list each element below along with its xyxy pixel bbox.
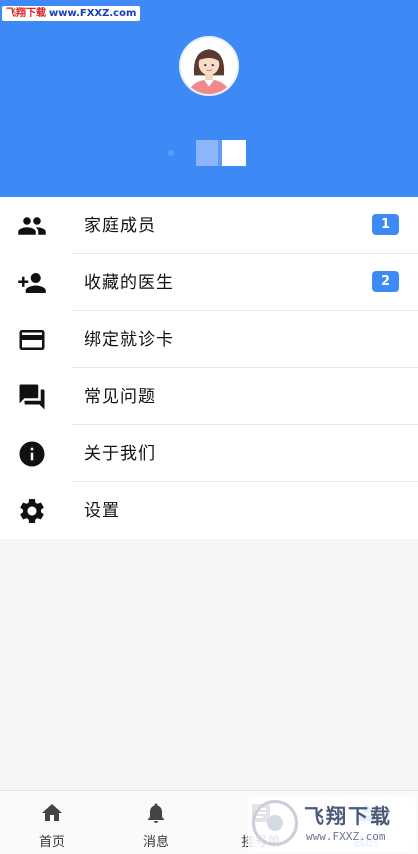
person-add-icon bbox=[17, 268, 47, 298]
menu-item-label: 收藏的医生 bbox=[84, 273, 174, 293]
tab-label: 消息 bbox=[142, 835, 169, 850]
menu-item-faq[interactable]: 常见问题 bbox=[0, 368, 418, 425]
watermark-url: www.FXXZ.com bbox=[306, 830, 386, 843]
info-icon bbox=[17, 439, 47, 469]
menu-item-label: 家庭成员 bbox=[84, 216, 156, 236]
gear-icon bbox=[17, 496, 47, 526]
menu-item-label: 关于我们 bbox=[84, 444, 156, 464]
menu-item-family-members[interactable]: 家庭成员 1 bbox=[0, 197, 418, 254]
tab-messages[interactable]: 消息 bbox=[104, 791, 208, 854]
watermark-title: 飞翔下载 bbox=[304, 804, 392, 828]
menu-item-label: 设置 bbox=[84, 501, 120, 521]
count-badge: 2 bbox=[372, 271, 399, 292]
watermark-top: 飞翔下载 www.FXXZ.com bbox=[2, 6, 141, 21]
card-icon bbox=[17, 325, 47, 355]
profile-menu: 家庭成员 1 收藏的医生 2 绑定就诊卡 常见问题 关于我们 设置 bbox=[0, 197, 418, 539]
avatar-female-icon bbox=[181, 38, 237, 94]
watermark-brand: 飞翔下载 bbox=[6, 8, 46, 19]
people-icon bbox=[17, 211, 47, 241]
watermark-logo-icon bbox=[252, 800, 298, 846]
home-icon bbox=[40, 801, 64, 825]
tab-home[interactable]: 首页 bbox=[0, 791, 104, 854]
watermark-bottom: 飞翔下载 www.FXXZ.com bbox=[248, 796, 416, 852]
menu-item-bind-card[interactable]: 绑定就诊卡 bbox=[0, 311, 418, 368]
menu-item-settings[interactable]: 设置 bbox=[0, 482, 418, 539]
menu-item-label: 常见问题 bbox=[84, 387, 156, 407]
tab-label: 首页 bbox=[38, 835, 65, 850]
menu-item-about-us[interactable]: 关于我们 bbox=[0, 425, 418, 482]
username-blur-dot bbox=[168, 150, 174, 156]
menu-item-label: 绑定就诊卡 bbox=[84, 330, 174, 350]
avatar[interactable] bbox=[179, 36, 239, 96]
username-mosaic bbox=[196, 140, 246, 166]
bell-icon bbox=[144, 801, 168, 825]
menu-item-favorite-doctors[interactable]: 收藏的医生 2 bbox=[0, 254, 418, 311]
watermark-url: www.FXXZ.com bbox=[49, 8, 137, 19]
count-badge: 1 bbox=[372, 214, 399, 235]
profile-header: 飞翔下载 www.FXXZ.com bbox=[0, 0, 418, 197]
chat-icon bbox=[17, 382, 47, 412]
